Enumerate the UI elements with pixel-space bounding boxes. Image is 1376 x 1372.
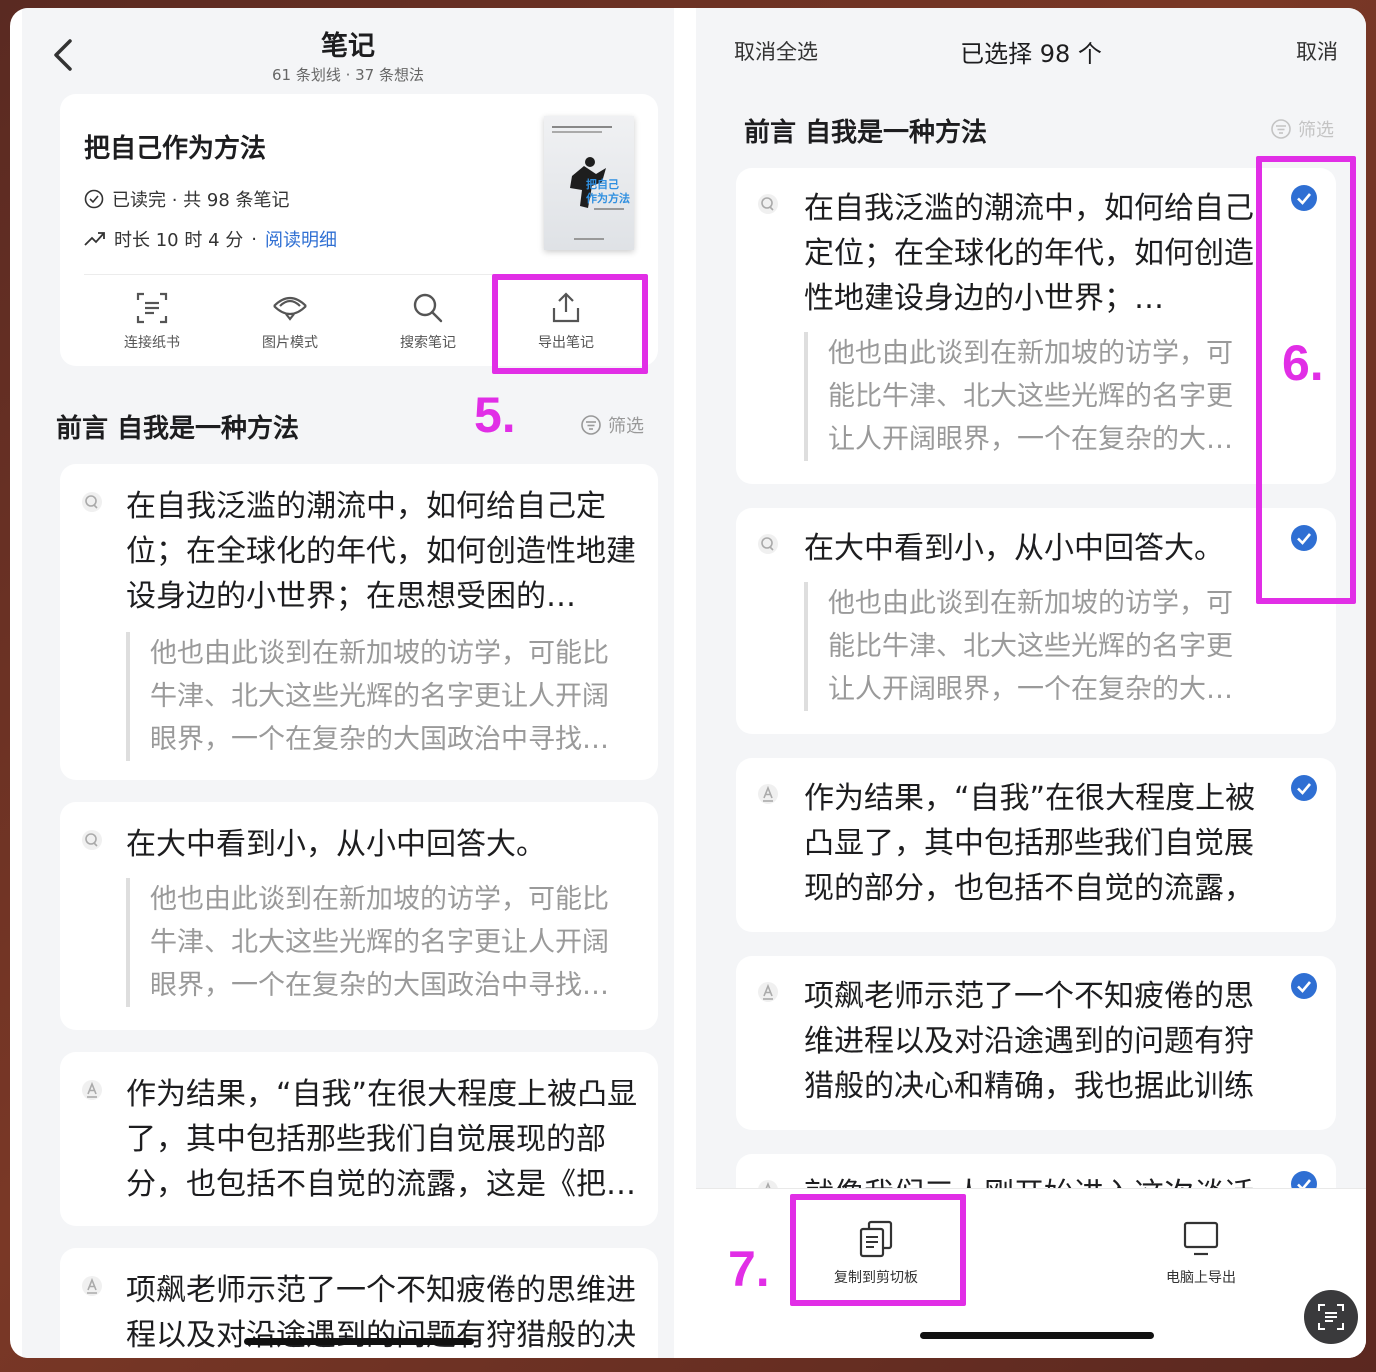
checkbox-checked-icon[interactable] <box>1290 774 1318 802</box>
thought-note-icon <box>758 194 778 214</box>
note-quote: 他也由此谈到在新加坡的访学，可能比牛津、北大这些光辉的名字更让人开阔眼界，一个在… <box>126 878 616 1007</box>
cancel-button[interactable]: 取消 <box>1296 36 1338 66</box>
book-title: 把自己作为方法 <box>84 134 267 164</box>
scan-text-icon <box>1318 1304 1344 1330</box>
note-text: 在自我泛滥的潮流中，如何给自己定位；在全球化的年代，如何创造性地建设身边的小世界… <box>804 191 1254 316</box>
selected-count: 已选择 98 个 <box>960 40 1102 68</box>
home-indicator <box>244 1338 474 1345</box>
monitor-icon <box>1183 1221 1219 1256</box>
notes-panel: 笔记 61 条划线 · 37 条想法 把自己作为方法 已读完 · 共 98 条笔… <box>22 8 674 1358</box>
scan-icon <box>136 292 168 324</box>
note-card[interactable]: 作为结果，“自我”在很大程度上被凸显了，其中包括那些我们自觉展现的部分，也包括不… <box>60 1052 658 1226</box>
read-status: 已读完 · 共 98 条笔记 <box>84 186 290 212</box>
app-frame: 笔记 61 条划线 · 37 条想法 把自己作为方法 已读完 · 共 98 条笔… <box>10 8 1366 1358</box>
note-text: 在自我泛滥的潮流中，如何给自己定位；在全球化的年代，如何创造性地建设身边的小世界… <box>126 489 636 614</box>
note-text: 项飙老师示范了一个不知疲倦的思维进程以及对沿途遇到的问题有狩猎般的决心和精确，我… <box>804 979 1254 1104</box>
note-quote: 他也由此谈到在新加坡的访学，可能比牛津、北大这些光辉的名字更让人开阔眼界，一个在… <box>126 632 616 761</box>
highlight-note-icon <box>82 1276 102 1296</box>
svg-text:把自己: 把自己 <box>586 177 619 191</box>
annotation-box-copy <box>790 1194 966 1306</box>
connect-paper-book-label: 连接纸书 <box>124 335 180 351</box>
duration-text: 时长 10 时 4 分 <box>114 230 244 251</box>
note-text: 在大中看到小，从小中回答大。 <box>126 827 546 862</box>
svg-text:作为方法: 作为方法 <box>586 191 630 205</box>
selectable-note-card[interactable]: 在自我泛滥的潮流中，如何给自己定位；在全球化的年代，如何创造性地建设身边的小世界… <box>736 168 1336 484</box>
filter-icon <box>1271 119 1291 139</box>
thought-note-icon <box>82 492 102 512</box>
trend-icon <box>84 232 105 246</box>
section-title: 前言 自我是一种方法 <box>56 414 300 444</box>
filter-label: 筛选 <box>608 416 644 437</box>
home-indicator <box>920 1332 1154 1339</box>
book-cover[interactable]: 把自己 作为方法 <box>544 116 634 250</box>
section-title: 前言 自我是一种方法 <box>744 118 988 148</box>
annotation-step-5: 5. <box>474 387 516 443</box>
export-on-pc-label: 电脑上导出 <box>1166 1270 1236 1286</box>
selectable-note-card[interactable]: 在大中看到小，从小中回答大。 他也由此谈到在新加坡的访学，可能比牛津、北大这些光… <box>736 508 1336 734</box>
note-text: 作为结果，“自我”在很大程度上被凸显了，其中包括那些我们自觉展现的部分，也包括不… <box>804 781 1256 906</box>
annotation-box-export <box>492 274 648 374</box>
annotation-step-7: 7. <box>728 1241 770 1297</box>
check-circle-icon <box>84 189 104 209</box>
note-card[interactable]: 在大中看到小，从小中回答大。 他也由此谈到在新加坡的访学，可能比牛津、北大这些光… <box>60 802 658 1030</box>
checkbox-checked-icon[interactable] <box>1290 972 1318 1000</box>
selectable-note-card[interactable]: 作为结果，“自我”在很大程度上被凸显了，其中包括那些我们自觉展现的部分，也包括不… <box>736 758 1336 932</box>
filter-icon <box>581 415 601 435</box>
note-quote: 他也由此谈到在新加坡的访学，可能比牛津、北大这些光辉的名字更让人开阔眼界，一个在… <box>804 332 1236 461</box>
image-mode-icon <box>273 296 307 321</box>
thought-note-icon <box>758 534 778 554</box>
read-status-text: 已读完 · 共 98 条笔记 <box>112 190 290 211</box>
search-notes-button[interactable]: 搜索笔记 <box>368 290 488 352</box>
book-cover-image: 把自己 作为方法 <box>552 126 630 240</box>
note-text: 作为结果，“自我”在很大程度上被凸显了，其中包括那些我们自觉展现的部分，也包括不… <box>126 1077 638 1202</box>
thought-note-icon <box>82 830 102 850</box>
separator: · <box>251 228 257 250</box>
page-subtitle: 61 条划线 · 37 条想法 <box>271 66 424 84</box>
selection-panel: 取消全选 已选择 98 个 取消 前言 自我是一种方法 筛选 在自我泛滥的潮流中… <box>696 8 1366 1358</box>
selectable-note-card[interactable]: 项飙老师示范了一个不知疲倦的思维进程以及对沿途遇到的问题有狩猎般的决心和精确，我… <box>736 956 1336 1130</box>
search-icon <box>413 293 443 323</box>
filter-button[interactable]: 筛选 <box>580 412 644 438</box>
highlight-note-icon <box>758 982 778 1002</box>
filter-button[interactable]: 筛选 <box>1270 116 1334 142</box>
highlight-note-icon <box>82 1080 102 1100</box>
export-on-pc-button[interactable]: 电脑上导出 <box>1146 1219 1256 1287</box>
page-title: 笔记 <box>321 31 375 62</box>
reading-detail-link[interactable]: 阅读明细 <box>265 226 337 252</box>
scan-floating-button[interactable] <box>1304 1290 1358 1344</box>
image-mode-label: 图片模式 <box>262 335 318 351</box>
highlight-note-icon <box>758 784 778 804</box>
annotation-step-6: 6. <box>1282 335 1324 391</box>
reading-duration: 时长 10 时 4 分 · 阅读明细 <box>84 226 337 252</box>
search-notes-label: 搜索笔记 <box>400 335 456 351</box>
connect-paper-book-button[interactable]: 连接纸书 <box>92 290 212 352</box>
note-text: 在大中看到小，从小中回答大。 <box>804 531 1224 566</box>
note-quote: 他也由此谈到在新加坡的访学，可能比牛津、北大这些光辉的名字更让人开阔眼界，一个在… <box>804 582 1236 711</box>
note-card[interactable]: 在自我泛滥的潮流中，如何给自己定位；在全球化的年代，如何创造性地建设身边的小世界… <box>60 464 658 780</box>
image-mode-button[interactable]: 图片模式 <box>230 290 350 352</box>
filter-label: 筛选 <box>1298 120 1334 141</box>
